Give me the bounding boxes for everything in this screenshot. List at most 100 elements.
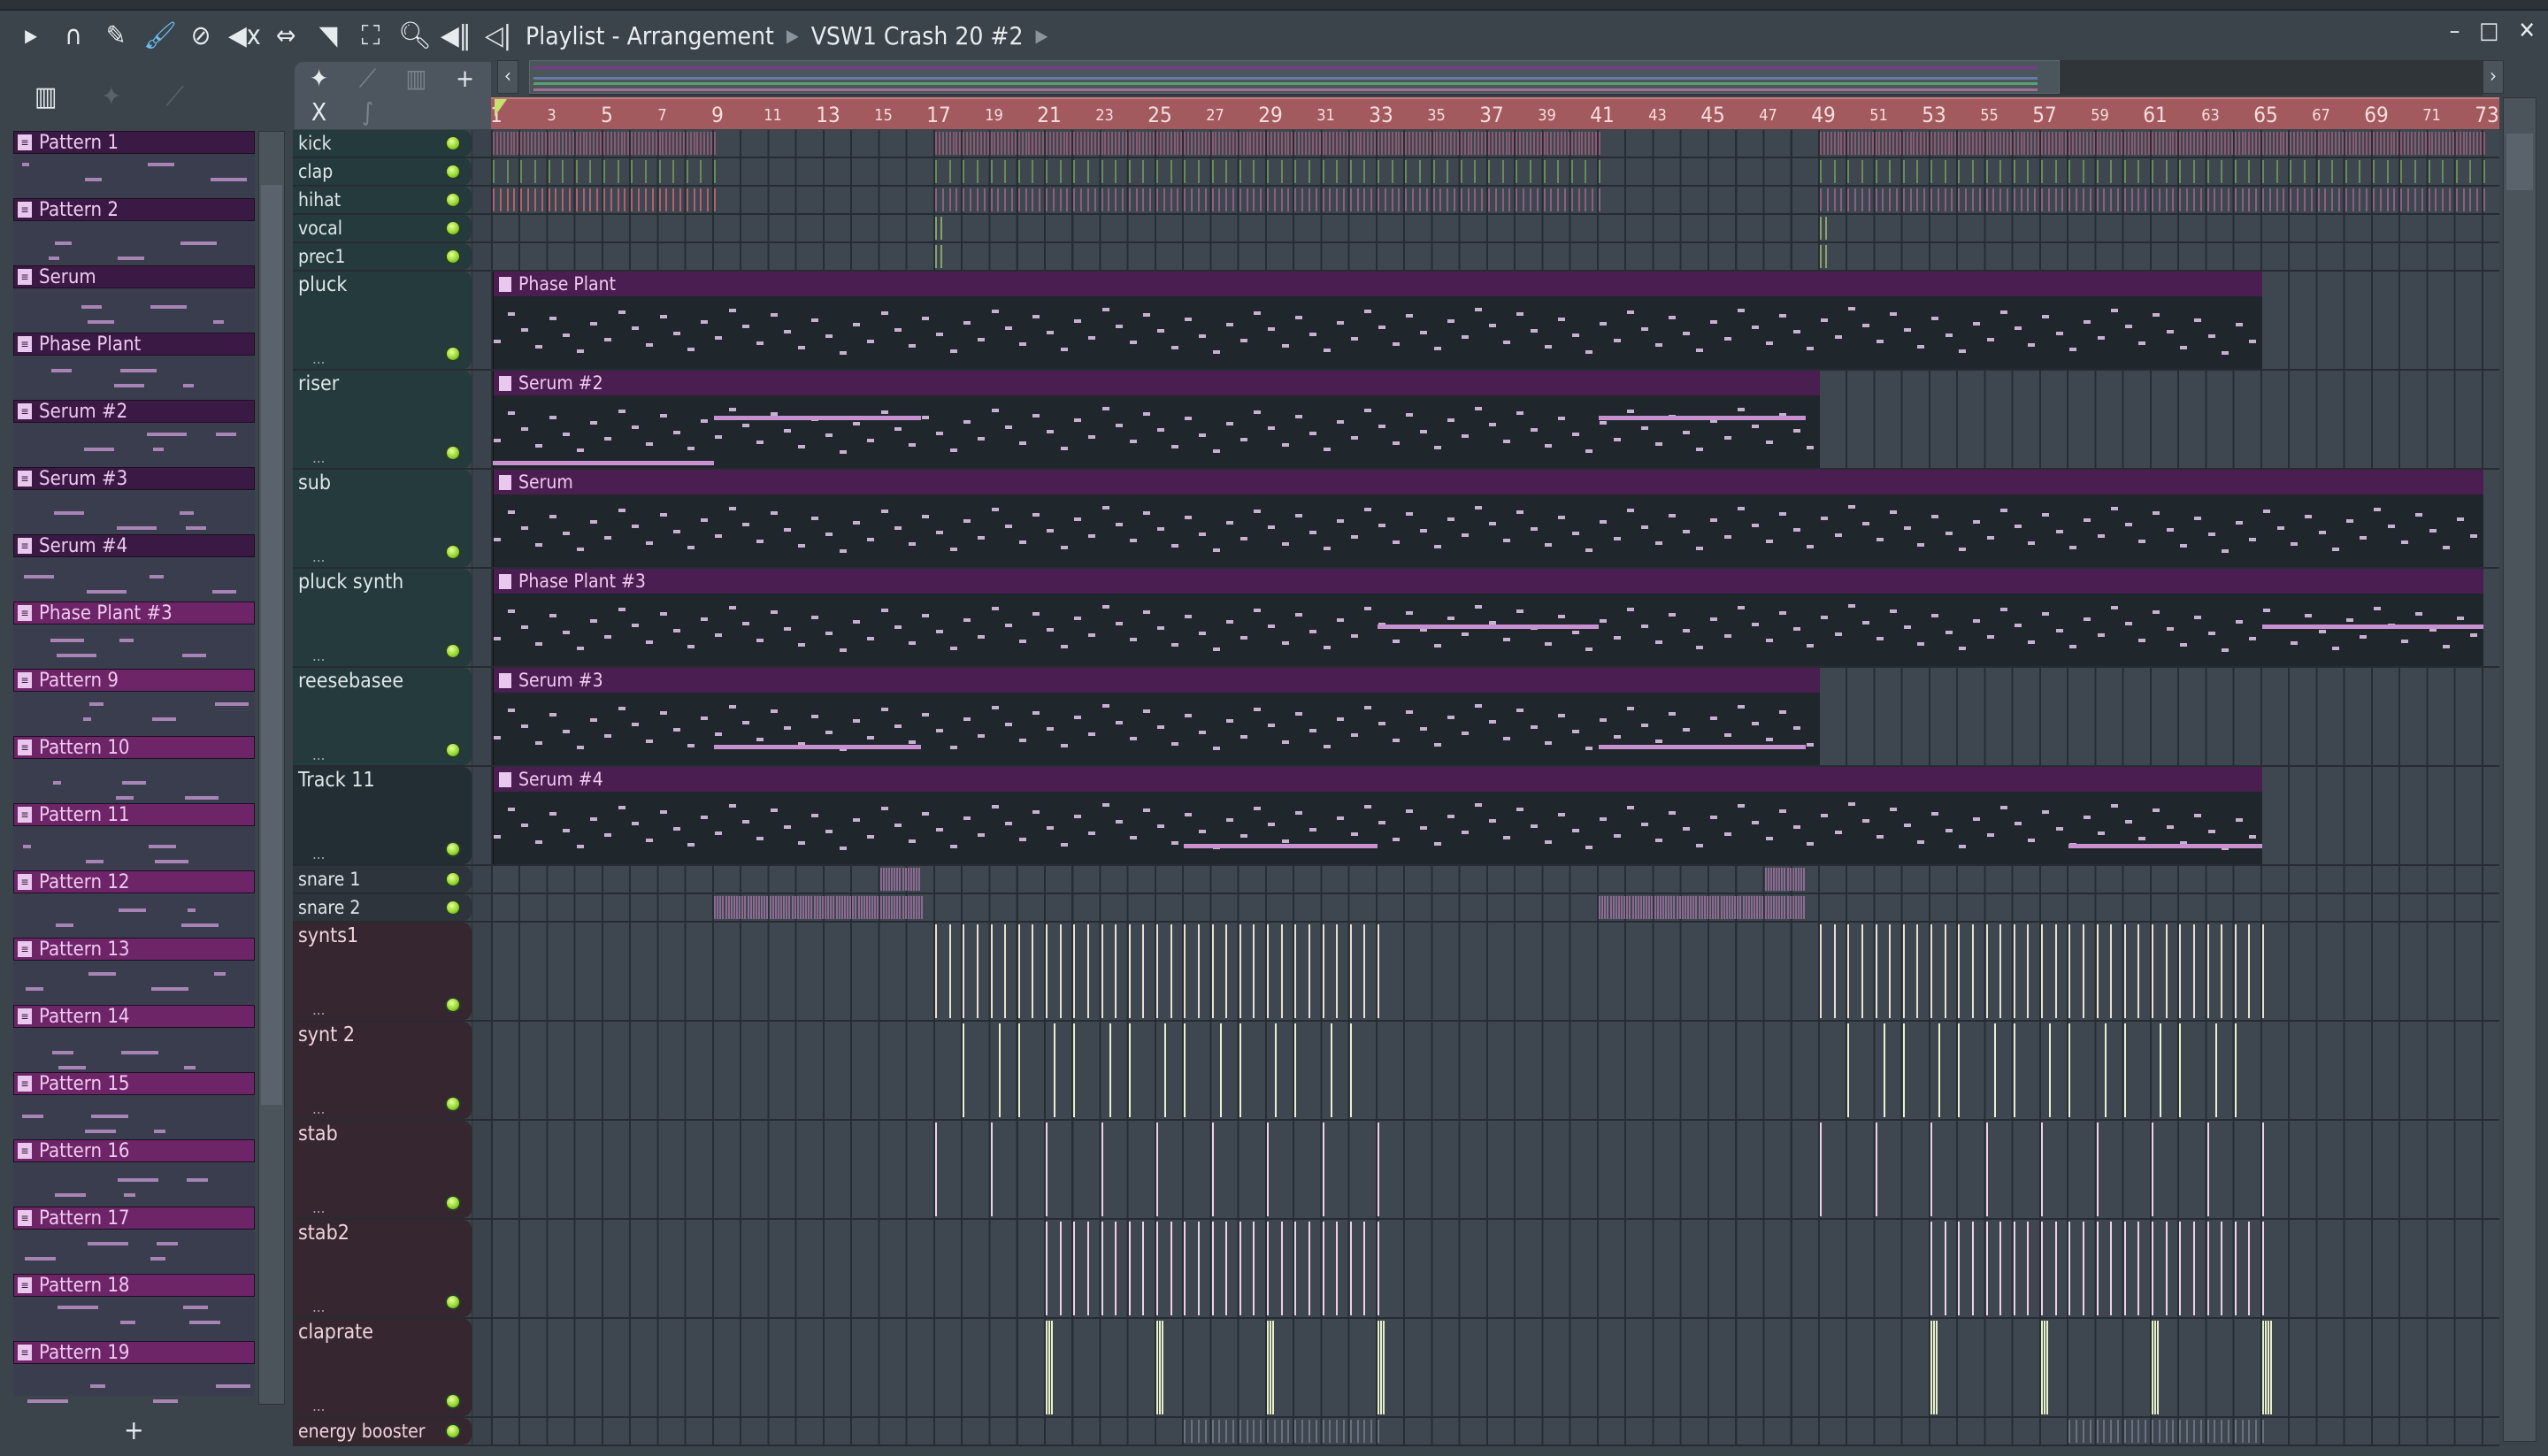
- audio-clip-mark[interactable]: [1163, 132, 1165, 155]
- audio-clip-mark[interactable]: [524, 132, 526, 155]
- audio-clip-mark[interactable]: [2165, 1222, 2168, 1315]
- audio-clip-mark[interactable]: [2152, 160, 2153, 183]
- audio-clip-mark[interactable]: [1211, 188, 1214, 211]
- audio-clip-mark[interactable]: [972, 132, 975, 155]
- playback-icon[interactable]: ◀‖: [441, 20, 471, 51]
- close-button[interactable]: ✕: [2518, 18, 2536, 44]
- audio-clip-mark[interactable]: [963, 924, 965, 1018]
- audio-clip-mark[interactable]: [2276, 132, 2278, 155]
- audio-clip-mark[interactable]: [2476, 188, 2479, 211]
- audio-clip-mark[interactable]: [1149, 132, 1152, 155]
- audio-clip-mark[interactable]: [1463, 132, 1466, 155]
- audio-clip-mark[interactable]: [707, 132, 710, 155]
- audio-clip-mark[interactable]: [1737, 896, 1739, 919]
- audio-clip-mark[interactable]: [1826, 188, 1829, 211]
- audio-clip-mark[interactable]: [1294, 1023, 1297, 1117]
- audio-clip-mark[interactable]: [1225, 1222, 1228, 1315]
- audio-clip-mark[interactable]: [648, 132, 650, 155]
- audio-clip-mark[interactable]: [1971, 132, 1974, 155]
- audio-clip-mark[interactable]: [1008, 132, 1010, 155]
- audio-clip-mark[interactable]: [1996, 132, 1999, 155]
- audio-clip-mark[interactable]: [1761, 896, 1764, 919]
- audio-clip-mark[interactable]: [2160, 1023, 2162, 1117]
- audio-clip-mark[interactable]: [2020, 188, 2022, 211]
- audio-clip-mark[interactable]: [1820, 188, 1822, 211]
- audio-clip-mark[interactable]: [2255, 132, 2258, 155]
- audio-clip-mark[interactable]: [1474, 188, 1477, 211]
- audio-clip-mark[interactable]: [1739, 896, 1742, 919]
- audio-clip-mark[interactable]: [651, 132, 654, 155]
- audio-clip-mark[interactable]: [1529, 160, 1531, 183]
- audio-clip-mark[interactable]: [1090, 132, 1093, 155]
- audio-clip-mark[interactable]: [1294, 132, 1297, 155]
- audio-clip-mark[interactable]: [1523, 188, 1525, 211]
- audio-clip-mark[interactable]: [1197, 188, 1200, 211]
- audio-clip-mark[interactable]: [2310, 188, 2313, 211]
- audio-clip-mark[interactable]: [1280, 132, 1283, 155]
- audio-clip-mark[interactable]: [1218, 1420, 1221, 1443]
- audio-clip-mark[interactable]: [2041, 1222, 2043, 1315]
- track-name[interactable]: stab2: [298, 1220, 472, 1246]
- audio-clip-mark[interactable]: [1516, 188, 1518, 211]
- audio-clip-mark[interactable]: [948, 132, 951, 155]
- audio-clip-mark[interactable]: [2085, 132, 2088, 155]
- audio-clip-mark[interactable]: [1488, 188, 1490, 211]
- audio-clip-mark[interactable]: [1958, 160, 1961, 183]
- audio-clip-mark[interactable]: [830, 896, 833, 919]
- audio-clip-mark[interactable]: [1336, 1420, 1339, 1443]
- audio-clip-mark[interactable]: [2068, 1023, 2071, 1117]
- audio-clip-mark[interactable]: [1046, 160, 1048, 183]
- audio-clip-mark[interactable]: [1232, 132, 1234, 155]
- audio-clip-mark[interactable]: [520, 132, 523, 155]
- audio-clip-mark[interactable]: [1936, 1321, 1938, 1414]
- audio-clip-mark[interactable]: [2270, 1321, 2273, 1414]
- track-lane[interactable]: [491, 923, 2499, 1020]
- track-header[interactable]: pluck synth…: [293, 569, 472, 666]
- audio-clip-mark[interactable]: [1536, 132, 1539, 155]
- audio-clip-mark[interactable]: [1467, 132, 1470, 155]
- audio-clip-mark[interactable]: [565, 132, 568, 155]
- audio-clip-mark[interactable]: [1378, 160, 1379, 183]
- pattern-clip[interactable]: Phase Plant: [493, 272, 2262, 369]
- audio-clip-mark[interactable]: [1378, 132, 1379, 155]
- audio-clip-mark[interactable]: [976, 924, 979, 1018]
- audio-clip-mark[interactable]: [2179, 160, 2182, 183]
- audio-clip-mark[interactable]: [1401, 132, 1404, 155]
- audio-clip-mark[interactable]: [1563, 188, 1566, 211]
- audio-clip-mark[interactable]: [2114, 132, 2116, 155]
- audio-clip-mark[interactable]: [2400, 132, 2403, 155]
- audio-clip-mark[interactable]: [1505, 132, 1508, 155]
- audio-clip-mark[interactable]: [558, 132, 561, 155]
- audio-clip-mark[interactable]: [2373, 188, 2375, 211]
- audio-clip-mark[interactable]: [1820, 160, 1822, 183]
- audio-clip-mark[interactable]: [1046, 1222, 1048, 1315]
- audio-clip-mark[interactable]: [2221, 924, 2223, 1018]
- audio-clip-mark[interactable]: [1239, 1222, 1241, 1315]
- audio-clip-mark[interactable]: [2203, 132, 2206, 155]
- audio-clip-mark[interactable]: [2172, 188, 2175, 211]
- audio-clip-mark[interactable]: [935, 1123, 937, 1216]
- audio-clip-mark[interactable]: [1239, 924, 1241, 1018]
- audio-clip-mark[interactable]: [1287, 188, 1290, 211]
- audio-clip-mark[interactable]: [1032, 132, 1034, 155]
- audio-clip-mark[interactable]: [693, 188, 695, 211]
- audio-clip-mark[interactable]: [1363, 160, 1366, 183]
- track-header[interactable]: snare 2: [293, 894, 472, 921]
- audio-clip-mark[interactable]: [1706, 896, 1708, 919]
- audio-clip-mark[interactable]: [1184, 1222, 1186, 1315]
- audio-clip-mark[interactable]: [2110, 1420, 2113, 1443]
- audio-clip-mark[interactable]: [1315, 188, 1317, 211]
- audio-clip-mark[interactable]: [2221, 160, 2223, 183]
- audio-clip-mark[interactable]: [2421, 132, 2423, 155]
- audio-clip-mark[interactable]: [916, 896, 918, 919]
- audio-clip-mark[interactable]: [1211, 160, 1214, 183]
- audio-clip-mark[interactable]: [2227, 1420, 2230, 1443]
- audio-clip-mark[interactable]: [1617, 896, 1620, 919]
- audio-clip-mark[interactable]: [2089, 132, 2091, 155]
- audio-clip-mark[interactable]: [1329, 132, 1332, 155]
- audio-clip-mark[interactable]: [603, 188, 605, 211]
- audio-clip-mark[interactable]: [1769, 868, 1772, 891]
- audio-clip-mark[interactable]: [1595, 132, 1598, 155]
- audio-clip-mark[interactable]: [2165, 1420, 2168, 1443]
- audio-clip-mark[interactable]: [921, 896, 924, 919]
